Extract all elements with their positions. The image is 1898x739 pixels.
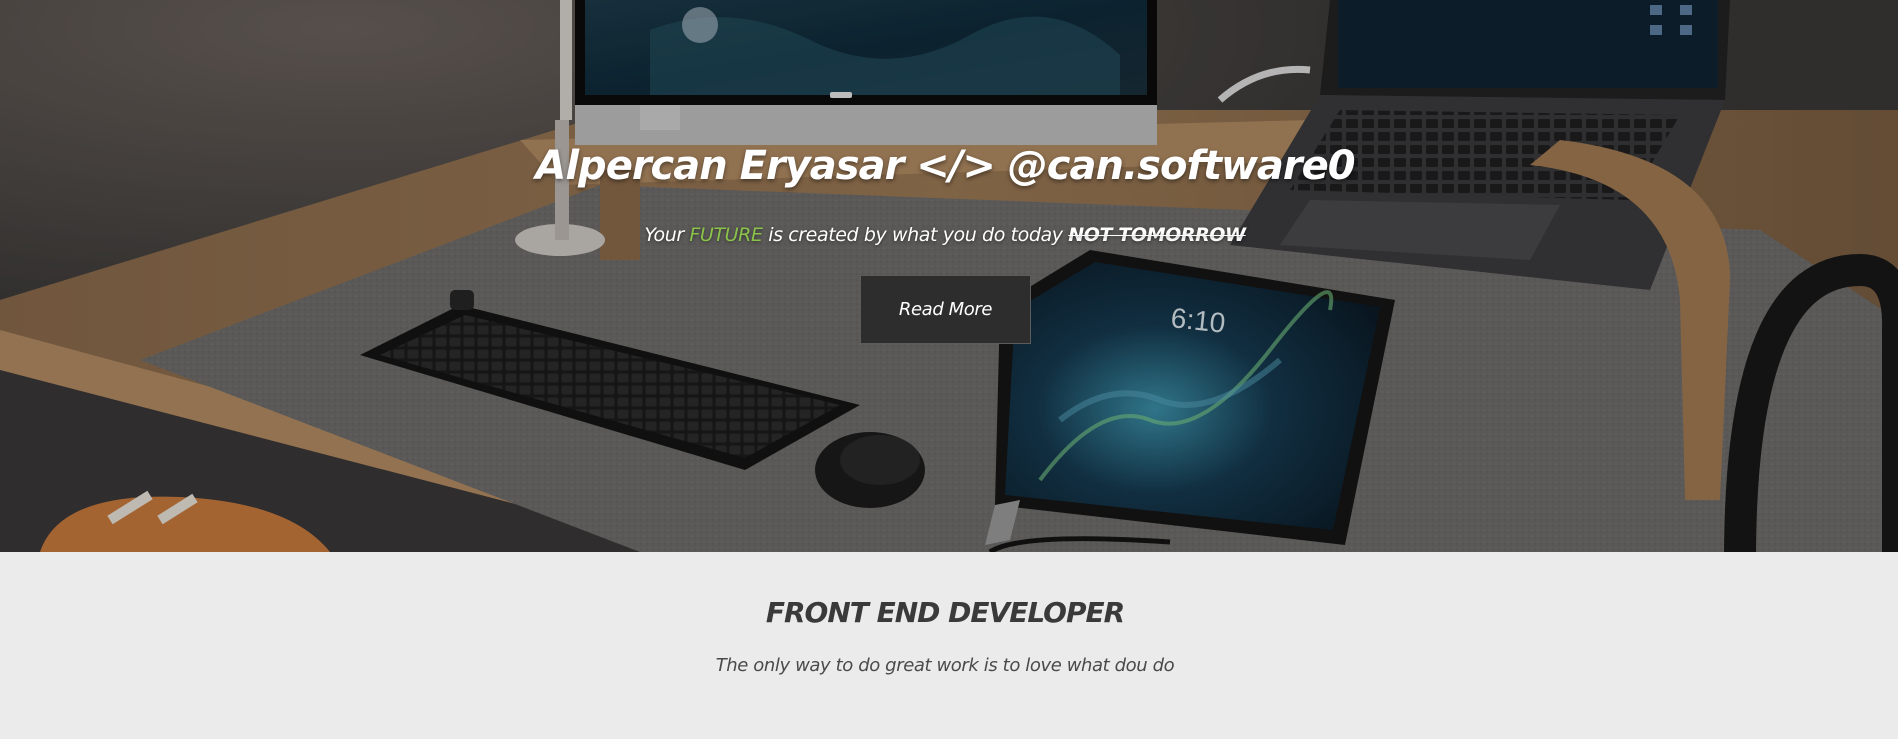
tagline-emphasis: NOT TOMORROW xyxy=(1068,224,1246,246)
hero-section: 6:10 Alpercan Eryasar </> @can.software0… xyxy=(0,0,1898,552)
hero-tagline: Your FUTURE is created by what you do to… xyxy=(0,224,1890,246)
tagline-before: Your xyxy=(644,224,690,246)
read-more-button[interactable]: Read More xyxy=(860,275,1031,344)
hero-content: Alpercan Eryasar </> @can.software0 Your… xyxy=(0,0,1898,552)
about-section: FRONT END DEVELOPER The only way to do g… xyxy=(0,552,1898,739)
tagline-middle: is created by what you do today xyxy=(762,224,1069,246)
about-quote: The only way to do great work is to love… xyxy=(715,655,1175,676)
tagline-accent-word: FUTURE xyxy=(689,224,763,246)
about-heading: FRONT END DEVELOPER xyxy=(765,596,1125,629)
hero-title: Alpercan Eryasar </> @can.software0 xyxy=(535,143,1355,189)
